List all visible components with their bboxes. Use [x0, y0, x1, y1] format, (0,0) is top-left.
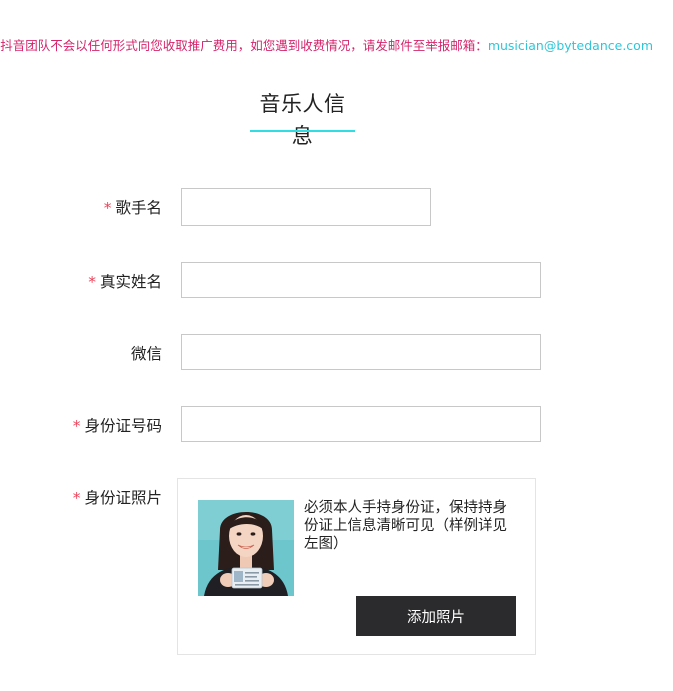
- required-mark: *: [72, 489, 81, 507]
- id-number-input[interactable]: [181, 406, 541, 442]
- id-photo-label-text: 身份证照片: [84, 489, 162, 507]
- notice-banner: 抖音团队不会以任何形式向您收取推广费用，如您遇到收费情况，请发邮件至举报邮箱：m…: [0, 36, 673, 56]
- id-photo-label: * 身份证照片: [0, 486, 162, 508]
- page-title: 音乐人信息: [259, 92, 346, 148]
- wechat-label-text: 微信: [130, 345, 162, 363]
- id-photo-upload-card: 必须本人手持身份证，保持持身份证上信息清晰可见（样例详见左图） 添加照片: [177, 478, 536, 655]
- wechat-input[interactable]: [181, 334, 541, 370]
- upload-tip-text: 必须本人手持身份证，保持持身份证上信息清晰可见（样例详见左图）: [304, 500, 507, 552]
- singer-name-label: * 歌手名: [0, 196, 162, 218]
- id-number-label-text: 身份证号码: [84, 417, 162, 435]
- singer-name-label-text: 歌手名: [115, 199, 162, 217]
- real-name-input[interactable]: [181, 262, 541, 298]
- required-mark: *: [88, 273, 96, 291]
- notice-text: 抖音团队不会以任何形式向您收取推广费用，如您遇到收费情况，请发邮件至举报邮箱：: [0, 38, 488, 53]
- sample-id-photo: [198, 500, 294, 596]
- wechat-label: 微信: [0, 342, 162, 364]
- real-name-label: * 真实姓名: [0, 270, 162, 292]
- singer-name-input[interactable]: [181, 188, 431, 226]
- required-mark: *: [103, 199, 112, 217]
- real-name-label-text: 真实姓名: [99, 273, 162, 291]
- title-underline: [250, 130, 355, 132]
- report-email-link[interactable]: musician@bytedance.com: [488, 38, 653, 53]
- required-mark: *: [72, 417, 81, 435]
- add-photo-button[interactable]: 添加照片: [356, 596, 516, 636]
- id-number-label: * 身份证号码: [0, 414, 162, 436]
